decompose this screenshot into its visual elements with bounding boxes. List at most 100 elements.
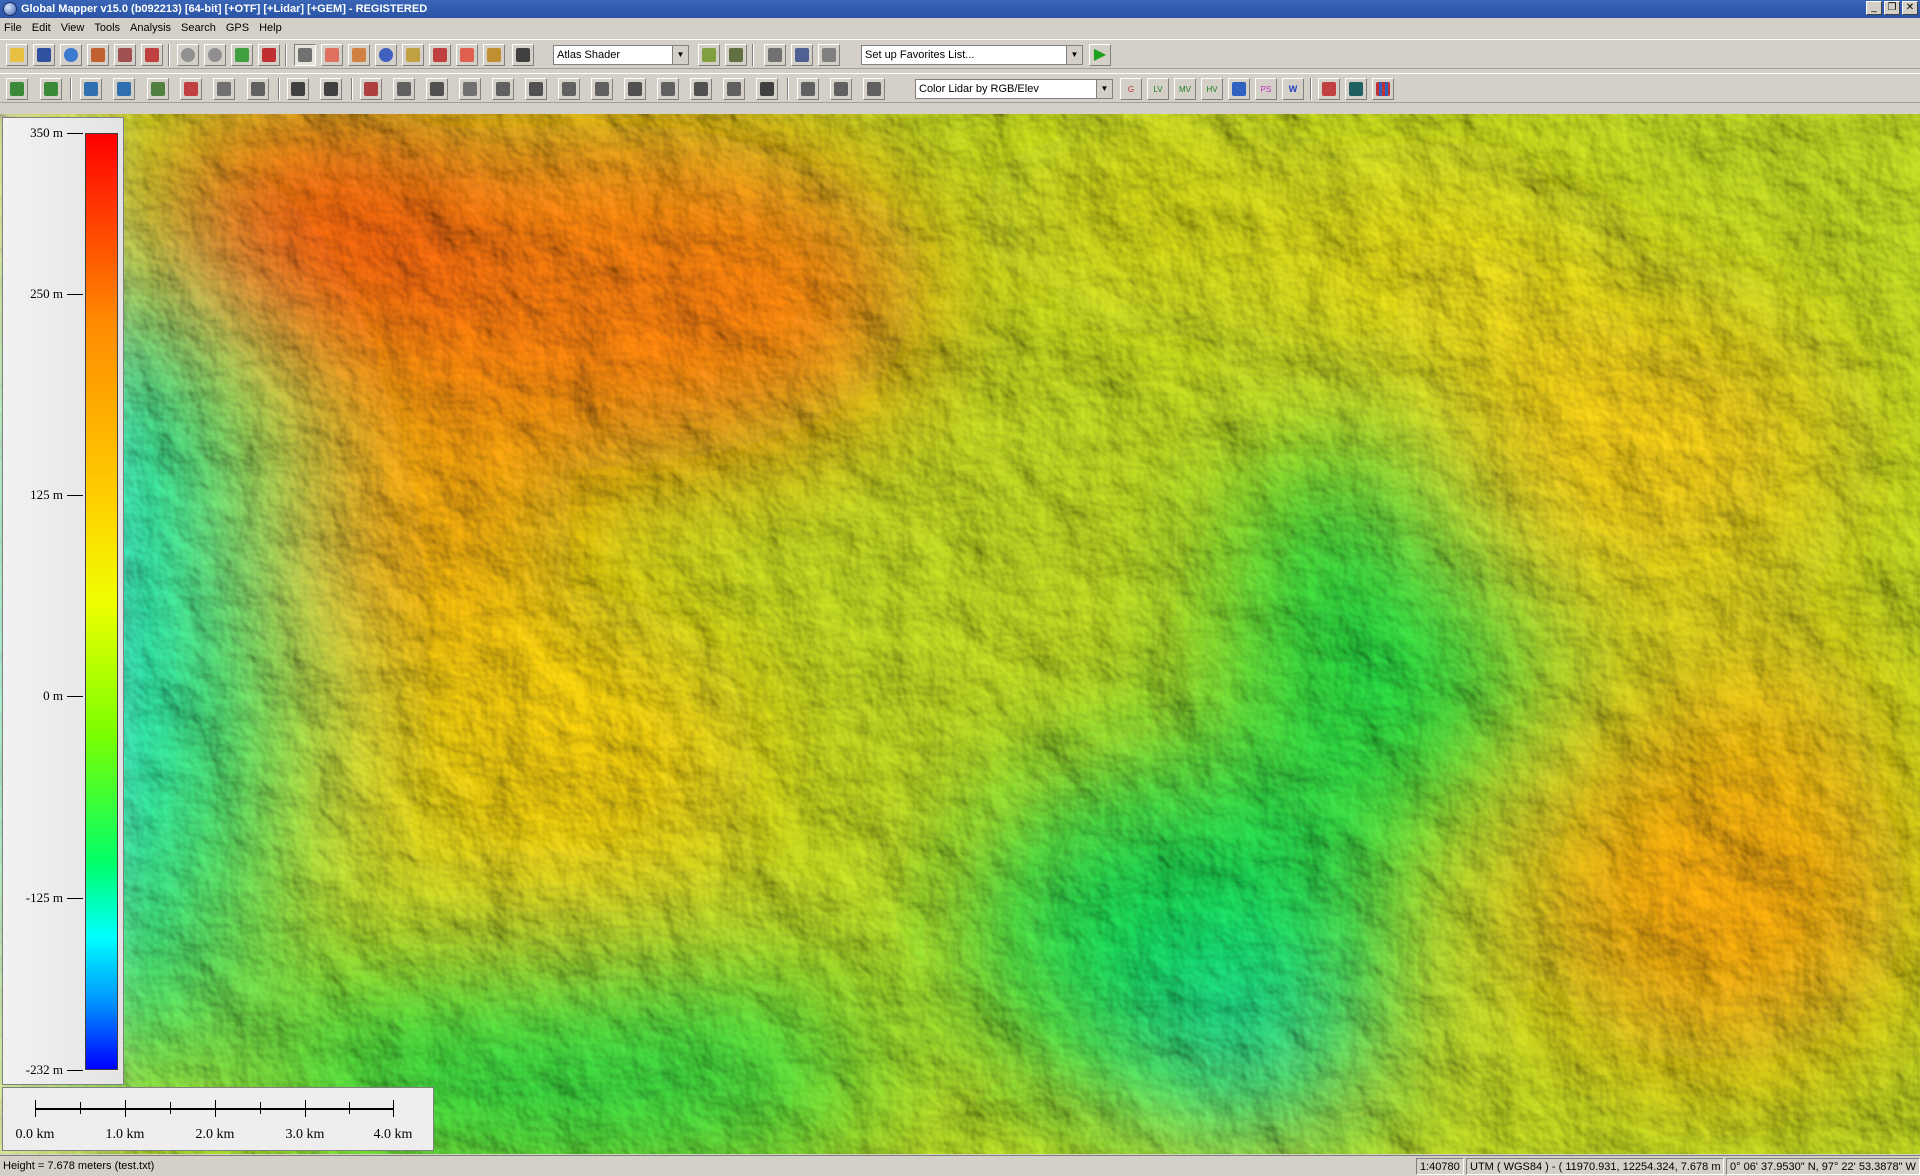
shader-options-icon[interactable] [698,44,720,66]
map-view[interactable] [0,114,1920,1154]
lidar-ground-icon[interactable]: G [1120,78,1142,100]
chevron-down-icon[interactable]: ▼ [1066,46,1082,64]
vertex-icon[interactable] [657,78,679,100]
scale-label: 2.0 km [195,1127,235,1142]
measure-tool-icon[interactable] [348,44,370,66]
path-icon[interactable] [797,78,819,100]
path-profile-icon[interactable] [429,44,451,66]
combine-icon[interactable] [591,78,613,100]
lidar-high-veg-icon[interactable]: HV [1201,78,1223,100]
3d-view-icon[interactable] [764,44,786,66]
home-icon[interactable] [258,44,280,66]
contour-icon[interactable] [80,78,102,100]
3d-path-icon[interactable] [456,44,478,66]
app-globe-icon[interactable] [3,2,17,16]
digitize-point-icon[interactable] [6,78,28,100]
chevron-down-icon[interactable]: ▼ [1096,80,1112,98]
legend-tick [67,293,83,295]
magnet-icon[interactable] [512,44,534,66]
zoom-in-icon[interactable] [177,44,199,66]
lidar-powerline-icon[interactable]: PS [1255,78,1277,100]
shader-select[interactable]: Atlas Shader ▼ [553,45,689,65]
slope-icon[interactable] [830,78,852,100]
terrain-icon[interactable] [147,78,169,100]
scale-label: 1.0 km [105,1127,145,1142]
reshape-icon[interactable] [525,78,547,100]
feature-info-icon[interactable] [402,44,424,66]
menu-edit[interactable]: Edit [27,22,56,34]
save-icon[interactable] [33,44,55,66]
elevation-legend: 350 m 250 m 125 m 0 m -125 m -232 m [2,117,124,1085]
zoom-extent-icon[interactable] [231,44,253,66]
scale-label: 0.0 km [15,1127,55,1142]
scale-tick [80,1102,81,1114]
config-icon[interactable] [114,44,136,66]
minimize-button[interactable]: _ [1866,1,1882,15]
split-icon[interactable] [558,78,580,100]
grid-create-icon[interactable] [247,78,269,100]
lidar-color-select[interactable]: Color Lidar by RGB/Elev ▼ [915,79,1113,99]
lighting-icon[interactable] [725,44,747,66]
watershed-icon[interactable] [113,78,135,100]
buffer-icon[interactable] [624,78,646,100]
view-shed-icon[interactable] [483,44,505,66]
info-tool-icon[interactable] [375,44,397,66]
menu-analysis[interactable]: Analysis [125,22,176,34]
scale-tick [35,1100,36,1117]
move-feature-icon[interactable] [459,78,481,100]
edit-area-icon[interactable] [426,78,448,100]
digitize-line-icon[interactable] [40,78,62,100]
lidar-low-veg-icon[interactable]: LV [1147,78,1169,100]
terrain-shaded-relief [0,114,1920,1154]
chevron-down-icon[interactable]: ▼ [672,46,688,64]
simplify-icon[interactable] [723,78,745,100]
digitizer-tool-icon[interactable] [294,44,316,66]
overlay-control-icon[interactable] [87,44,109,66]
scale-tick [349,1102,350,1114]
globe-icon[interactable] [60,44,82,66]
tools-icon[interactable] [141,44,163,66]
legend-tick [67,495,83,497]
run-favorite-icon[interactable]: ▶ [1089,44,1111,66]
lidar-grid-icon[interactable] [1372,78,1394,100]
menu-bar: File Edit View Tools Analysis Search GPS… [0,18,1920,38]
fill-area-icon[interactable] [756,78,778,100]
close-button[interactable]: ✕ [1902,1,1918,15]
layer-icon[interactable] [791,44,813,66]
menu-search[interactable]: Search [176,22,221,34]
menu-gps[interactable]: GPS [221,22,254,34]
lidar-building-icon[interactable] [1228,78,1250,100]
scale-tick [125,1100,126,1117]
favorites-select[interactable]: Set up Favorites List... ▼ [861,45,1083,65]
calc-icon[interactable] [180,78,202,100]
window-title: Global Mapper v15.0 (b092213) [64-bit] [… [21,3,428,15]
menu-tools[interactable]: Tools [89,22,125,34]
volume-icon[interactable] [213,78,235,100]
lidar-filter-icon[interactable] [1318,78,1340,100]
lidar-profile-icon[interactable] [1345,78,1367,100]
menu-file[interactable]: File [0,22,27,34]
restore-button[interactable]: ❐ [1884,1,1900,15]
edit-point-icon[interactable] [360,78,382,100]
lidar-points-icon[interactable] [287,78,309,100]
zoom-out-icon[interactable] [204,44,226,66]
smooth-icon[interactable] [690,78,712,100]
legend-tick [67,1070,83,1071]
open-folder-icon[interactable] [6,44,28,66]
lidar-water-icon[interactable]: W [1282,78,1304,100]
status-projection: UTM ( WGS84 ) - ( 11970.931, 12254.324, … [1466,1158,1724,1175]
menu-help[interactable]: Help [254,22,287,34]
pan-tool-icon[interactable] [321,44,343,66]
legend-label: 0 m [43,688,63,704]
status-bar: Height = 7.678 meters (test.txt) 1:40780… [0,1155,1920,1176]
menu-view[interactable]: View [56,22,90,34]
lidar-classify-icon[interactable] [320,78,342,100]
scale-tick [170,1102,171,1114]
lidar-medium-veg-icon[interactable]: MV [1174,78,1196,100]
title-bar: Global Mapper v15.0 (b092213) [64-bit] [… [0,0,1920,18]
grid-icon[interactable] [818,44,840,66]
curve-icon[interactable] [863,78,885,100]
main-toolbar: Atlas Shader ▼ Set up Favorites List... ▼ … [0,39,1920,69]
edit-line-icon[interactable] [393,78,415,100]
rotate-feature-icon[interactable] [492,78,514,100]
